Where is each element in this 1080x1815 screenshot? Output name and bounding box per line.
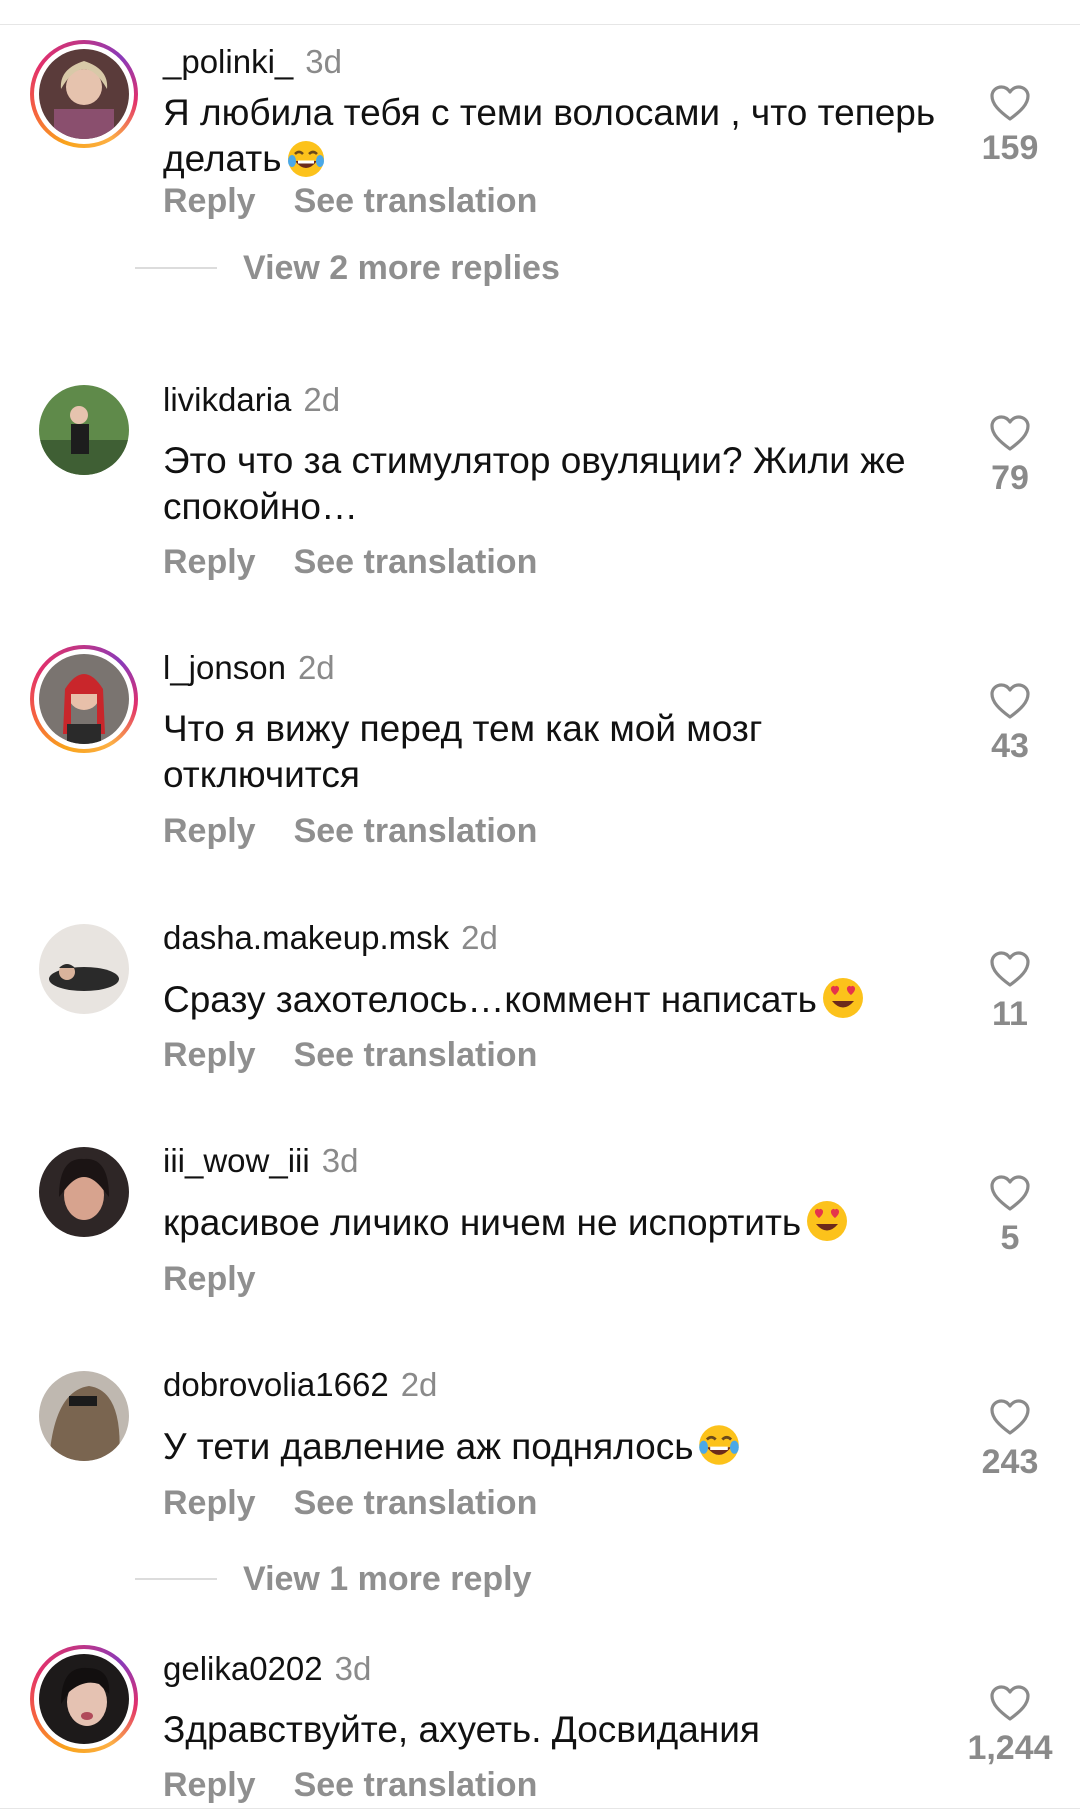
avatar	[39, 385, 129, 475]
divider-line	[135, 1578, 217, 1580]
heart-eyes-emoji-icon	[805, 1199, 849, 1254]
avatar	[39, 1371, 129, 1461]
view-more-replies[interactable]: View 2 more replies	[135, 248, 560, 288]
username[interactable]: livikdaria	[163, 381, 291, 418]
like-button[interactable]: 11	[960, 950, 1060, 1034]
timestamp: 3d	[334, 1650, 372, 1687]
avatar-story-ring[interactable]	[30, 40, 138, 148]
like-button[interactable]: 5	[960, 1174, 1060, 1258]
like-button[interactable]: 43	[960, 682, 1060, 766]
comment-text: Сразу захотелось…коммент написать	[163, 976, 943, 1031]
timestamp: 2d	[461, 919, 498, 956]
see-translation-button[interactable]: See translation	[294, 1766, 538, 1804]
comment-text: Что я вижу перед тем как мой мозг отключ…	[163, 706, 943, 798]
like-count: 43	[991, 727, 1029, 765]
heart-outline-icon	[990, 415, 1030, 451]
reply-button[interactable]: Reply	[163, 1260, 256, 1298]
avatar-story-ring[interactable]	[30, 1645, 138, 1753]
see-translation-button[interactable]: See translation	[294, 812, 538, 850]
divider-line	[135, 267, 217, 269]
comment-text: Это что за стимулятор овуляции? Жили же …	[163, 438, 943, 530]
comment-text: У тети давление аж поднялось	[163, 1423, 943, 1478]
view-more-label[interactable]: View 1 more reply	[243, 1560, 532, 1599]
bottom-divider	[0, 1808, 1080, 1809]
see-translation-button[interactable]: See translation	[294, 1036, 538, 1074]
comment-body: Я любила тебя с теми волосами , что тепе…	[163, 92, 936, 179]
avatar-wrap[interactable]	[30, 915, 138, 1023]
reply-button[interactable]: Reply	[163, 1484, 256, 1522]
joy-emoji-icon	[697, 1423, 741, 1478]
comment-text: красивое личико ничем не испортить	[163, 1199, 943, 1254]
heart-outline-icon	[990, 85, 1030, 121]
comment-body: Это что за стимулятор овуляции? Жили же …	[163, 440, 906, 527]
timestamp: 3d	[321, 1142, 359, 1179]
comment-body: Здравствуйте, ахуеть. Досвидания	[163, 1709, 760, 1750]
like-button[interactable]: 159	[960, 84, 1060, 168]
timestamp: 2d	[303, 381, 341, 418]
username[interactable]: _polinki_	[163, 43, 293, 80]
avatar-wrap[interactable]	[30, 376, 138, 484]
avatar	[39, 49, 129, 139]
username[interactable]: gelika0202	[163, 1650, 323, 1687]
reply-button[interactable]: Reply	[163, 182, 256, 220]
like-count: 11	[992, 995, 1028, 1033]
timestamp: 2d	[297, 649, 335, 686]
avatar	[39, 654, 129, 744]
like-count: 159	[981, 129, 1039, 167]
avatar-wrap[interactable]	[30, 1138, 138, 1246]
comment-body: красивое личико ничем не испортить	[163, 1202, 802, 1243]
reply-button[interactable]: Reply	[163, 543, 256, 581]
see-translation-button[interactable]: See translation	[294, 182, 538, 220]
like-button[interactable]: 1,244	[960, 1684, 1060, 1768]
heart-outline-icon	[990, 1399, 1030, 1435]
heart-outline-icon	[990, 683, 1030, 719]
heart-outline-icon	[990, 1175, 1030, 1211]
avatar	[39, 1654, 129, 1744]
comment-body: Что я вижу перед тем как мой мозг отключ…	[163, 708, 763, 795]
like-count: 1,244	[967, 1729, 1053, 1767]
avatar-story-ring[interactable]	[30, 645, 138, 753]
avatar	[39, 924, 129, 1014]
username[interactable]: l_jonson	[163, 649, 286, 686]
avatar-wrap[interactable]	[30, 1362, 138, 1470]
reply-button[interactable]: Reply	[163, 1036, 256, 1074]
comment-body: Сразу захотелось…коммент написать	[163, 979, 817, 1020]
reply-button[interactable]: Reply	[163, 1766, 256, 1804]
timestamp: 2d	[400, 1366, 438, 1403]
like-button[interactable]: 243	[960, 1398, 1060, 1482]
view-more-label[interactable]: View 2 more replies	[243, 249, 560, 288]
heart-outline-icon	[990, 951, 1030, 987]
see-translation-button[interactable]: See translation	[294, 1484, 538, 1522]
username[interactable]: dasha.makeup.msk	[163, 919, 449, 956]
timestamp: 3d	[305, 43, 342, 80]
like-count: 79	[991, 459, 1029, 497]
username[interactable]: iii_wow_iii	[163, 1142, 310, 1179]
view-more-replies[interactable]: View 1 more reply	[135, 1559, 532, 1599]
like-count: 5	[1000, 1219, 1020, 1257]
comment-text: Я любила тебя с теми волосами , что тепе…	[163, 90, 943, 190]
like-button[interactable]: 79	[960, 414, 1060, 498]
like-count: 243	[981, 1443, 1039, 1481]
avatar	[39, 1147, 129, 1237]
reply-button[interactable]: Reply	[163, 812, 256, 850]
top-divider	[0, 24, 1080, 25]
username[interactable]: dobrovolia1662	[163, 1366, 389, 1403]
heart-outline-icon	[990, 1685, 1030, 1721]
comment-body: У тети давление аж поднялось	[163, 1426, 694, 1467]
heart-eyes-emoji-icon	[821, 976, 865, 1031]
see-translation-button[interactable]: See translation	[294, 543, 538, 581]
comment-text: Здравствуйте, ахуеть. Досвидания	[163, 1707, 943, 1753]
